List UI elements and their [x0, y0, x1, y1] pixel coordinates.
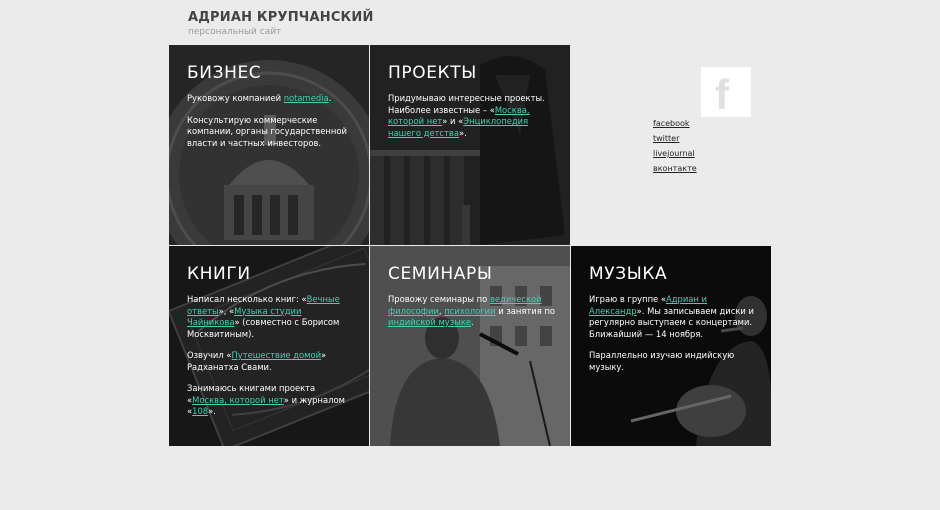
- moscow-books-link[interactable]: Москва, которой нет: [192, 395, 284, 405]
- site-title[interactable]: АДРИАН КРУПЧАНСКИЙ: [188, 10, 374, 26]
- seminars-heading: СЕМИНАРЫ: [388, 264, 493, 284]
- music-heading: МУЗЫКА: [589, 264, 668, 284]
- business-paragraph-1: Руковожу компанией notamedia.: [187, 93, 355, 105]
- site-subtitle: персональный сайт: [188, 27, 282, 37]
- books-paragraph-3: Занимаюсь книгами проекта «Москва, котор…: [187, 383, 355, 418]
- music-tile: МУЗЫКА Играю в группе «Адриан и Александ…: [571, 246, 771, 446]
- music-content: МУЗЫКА Играю в группе «Адриан и Александ…: [589, 264, 757, 373]
- projects-paragraph: Придумываю интересные проекты. Наиболее …: [388, 93, 556, 139]
- seminars-content: СЕМИНАРЫ Провожу семинары по ведической …: [388, 264, 556, 329]
- seminars-text-a: Провожу семинары по: [388, 294, 490, 304]
- seminars-paragraph: Провожу семинары по ведической философии…: [388, 294, 556, 329]
- books-tile: КНИГИ Написал несколько книг: «Вечные от…: [169, 246, 369, 446]
- books-text-a: Написал несколько книг: «: [187, 294, 307, 304]
- business-content: БИЗНЕС Руковожу компанией notamedia. Кон…: [187, 63, 355, 149]
- facebook-badge[interactable]: f: [701, 67, 751, 117]
- projects-content: ПРОЕКТЫ Придумываю интересные проекты. Н…: [388, 63, 556, 139]
- books-text-b: », «: [218, 305, 235, 316]
- projects-text-c: ».: [458, 127, 467, 138]
- seminars-text-d: .: [471, 317, 474, 327]
- seminars-text-c: и занятия по: [495, 305, 556, 316]
- music-paragraph-2: Параллельно изучаю индийскую музыку.: [589, 350, 735, 372]
- facebook-link[interactable]: facebook: [653, 116, 697, 131]
- business-text: Руковожу компанией: [187, 93, 284, 103]
- facebook-icon: f: [715, 71, 729, 118]
- notamedia-link[interactable]: notamedia: [284, 93, 329, 103]
- projects-tile: ПРОЕКТЫ Придумываю интересные проекты. Н…: [370, 45, 570, 245]
- music-text-a: Играю в группе «: [589, 294, 666, 304]
- twitter-link[interactable]: twitter: [653, 131, 697, 146]
- site-header: АДРИАН КРУПЧАНСКИЙ персональный сайт: [188, 10, 374, 38]
- projects-text-b: » и «: [442, 116, 464, 126]
- seminars-tile: СЕМИНАРЫ Провожу семинары по ведической …: [370, 246, 570, 446]
- business-tile: БИЗНЕС Руковожу компанией notamedia. Кон…: [169, 45, 369, 245]
- books-heading: КНИГИ: [187, 264, 251, 284]
- books-content: КНИГИ Написал несколько книг: «Вечные от…: [187, 264, 355, 418]
- projects-heading: ПРОЕКТЫ: [388, 63, 477, 83]
- social-links: facebook twitter livejournal вконтакте: [653, 116, 697, 176]
- vkontakte-link[interactable]: вконтакте: [653, 161, 697, 176]
- psychology-link[interactable]: психологии: [444, 306, 495, 316]
- livejournal-link[interactable]: livejournal: [653, 146, 697, 161]
- books-text-d: Озвучил «: [187, 350, 232, 360]
- business-text-end: .: [328, 93, 332, 103]
- books-paragraph-2: Озвучил «Путешествие домой» Радханатха С…: [187, 350, 355, 373]
- journal-108-link[interactable]: 108: [192, 406, 208, 416]
- business-paragraph-2: Консультирую коммерческие компании, орга…: [187, 114, 347, 148]
- journey-home-link[interactable]: Путешествие домой: [231, 350, 321, 360]
- books-paragraph-1: Написал несколько книг: «Вечные ответы»,…: [187, 294, 355, 340]
- business-heading: БИЗНЕС: [187, 63, 262, 83]
- music-paragraph-1: Играю в группе «Адриан и Александр». Мы …: [589, 294, 757, 340]
- indian-music-link[interactable]: индийской музыке: [388, 317, 471, 327]
- books-text-h: ».: [208, 406, 216, 416]
